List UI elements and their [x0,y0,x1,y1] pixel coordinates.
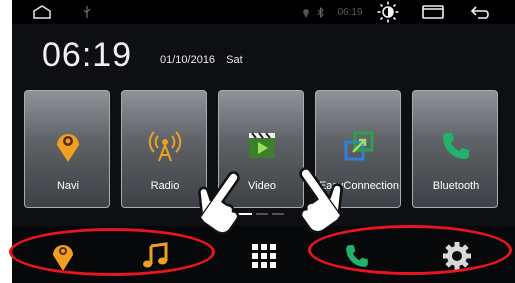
tile-label: Bluetooth [432,180,480,192]
dock-apps-button[interactable] [244,236,284,276]
bluetooth-icon [314,0,326,24]
phone-icon [438,128,474,164]
radio-antenna-icon [147,128,183,164]
tile-label: Navi [56,180,79,192]
app-tiles: Navi Radio Video EasyConnection Bluetoot… [24,90,509,208]
clock-date: 01/10/2016 Sat [160,54,243,66]
tile-bluetooth[interactable]: Bluetooth [412,90,498,208]
status-bar: 06:19 [12,0,515,24]
status-time: 06:19 [337,6,363,18]
pointing-hand-left [198,171,240,235]
highlight-ellipse-left [9,228,215,276]
tile-navi[interactable]: Navi [24,90,110,208]
app-grid-icon [252,244,276,268]
brightness-icon[interactable] [376,0,400,24]
location-icon [300,0,312,24]
pointing-hand-right [299,167,343,234]
usb-icon [80,0,94,24]
date-text: 01/10/2016 [160,54,216,66]
window-icon[interactable] [420,0,446,24]
day-text: Sat [226,54,243,66]
home-icon[interactable] [30,0,54,24]
clock-time: 06:19 [42,36,133,74]
highlight-ellipse-right [308,225,512,275]
map-pin-icon [50,128,86,164]
back-icon[interactable] [468,0,494,24]
